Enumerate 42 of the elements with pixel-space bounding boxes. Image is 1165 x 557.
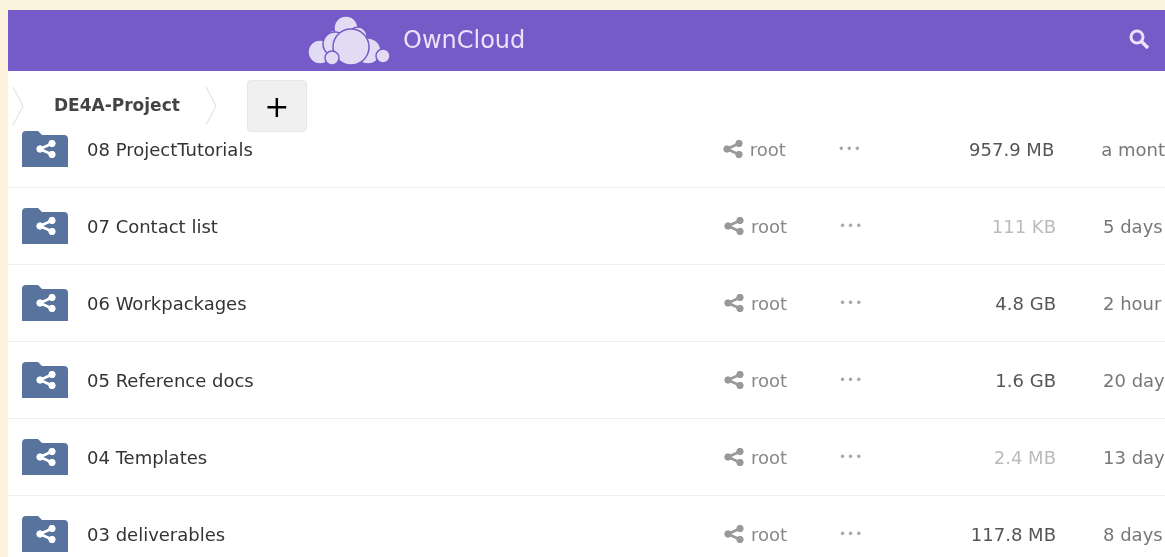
app-title: OwnCloud [403,25,526,56]
search-icon[interactable] [1128,28,1152,52]
share-icon[interactable] [723,293,745,313]
shared-folder-icon [22,285,68,321]
modified-date: 20 day [1103,368,1165,393]
owner-name: root [749,137,787,162]
owner-name: root [751,214,789,239]
modified-date: 13 day [1103,445,1165,470]
file-name[interactable]: 06 Workpackages [87,289,707,317]
file-name[interactable]: 03 deliverables [87,520,707,548]
modified-date: 2 hour [1103,291,1162,316]
owner-name: root [751,291,789,316]
breadcrumb-chevron-icon [12,86,24,126]
add-button[interactable]: + [246,80,307,132]
share-icon[interactable] [723,524,745,544]
share-icon[interactable] [721,139,744,159]
file-size: 957.9 MB [968,137,1055,162]
modified-date: a mont [1101,137,1165,162]
shared-folder-icon [22,208,68,244]
share-icon[interactable] [723,370,745,390]
breadcrumb-chevron-icon [204,86,217,126]
breadcrumb-link[interactable]: DE4A-Project [54,93,180,119]
file-size: 117.8 MB [969,522,1056,547]
modified-date: 8 days [1103,522,1163,547]
owner-name: root [751,445,789,470]
file-size: 1.6 GB [994,368,1056,393]
file-name[interactable]: 05 Reference docs [87,366,707,394]
share-icon[interactable] [723,216,745,236]
file-name[interactable]: 04 Templates [87,443,707,471]
shared-folder-icon [22,439,68,475]
shared-folder-icon [22,516,68,552]
shared-folder-icon [22,362,68,398]
owner-name: root [751,368,789,393]
file-size: 4.8 GB [994,291,1056,316]
file-name[interactable]: 08 ProjectTutorials [87,135,706,163]
file-name[interactable]: 07 Contact list [87,212,707,240]
owner-name: root [751,522,789,547]
shared-folder-icon [22,131,68,167]
share-icon[interactable] [723,447,745,467]
file-size: 111 KB [990,214,1056,239]
modified-date: 5 days [1103,214,1163,239]
file-size: 2.4 MB [992,445,1056,470]
